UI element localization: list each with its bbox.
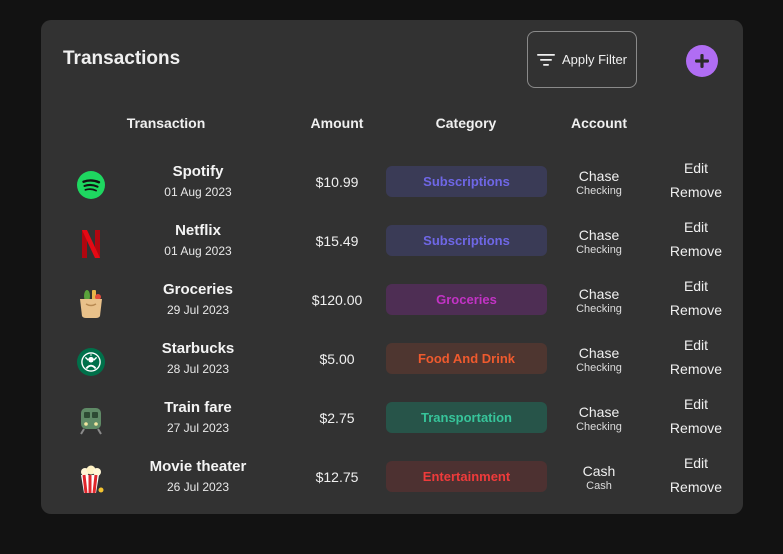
account-name: Chase	[578, 404, 620, 420]
transaction-name: Train fare	[164, 399, 232, 416]
edit-button[interactable]: Edit	[684, 160, 708, 176]
transaction-date: 28 Jul 2023	[166, 362, 230, 376]
transactions-card: Transactions Apply Filter Transaction Am…	[41, 20, 743, 514]
column-header-category: Category	[435, 115, 497, 131]
transaction-amount: $12.75	[315, 469, 359, 485]
starbucks-logo-icon	[77, 348, 105, 376]
account-type: Checking	[576, 244, 622, 256]
edit-button[interactable]: Edit	[684, 396, 708, 412]
account-type: Cash	[586, 480, 612, 492]
transaction-name: Starbucks	[161, 340, 235, 357]
transaction-amount: $5.00	[319, 351, 355, 367]
account-type: Checking	[576, 185, 622, 197]
apply-filter-label: Apply Filter	[561, 52, 628, 67]
table-row: Groceries 29 Jul 2023 $120.00 Groceries …	[41, 278, 743, 340]
plus-icon	[695, 54, 709, 68]
account-name: Chase	[578, 286, 620, 302]
transaction-date: 01 Aug 2023	[164, 244, 232, 258]
remove-button[interactable]: Remove	[670, 243, 722, 259]
table-row: Movie theater 26 Jul 2023 $12.75 Enterta…	[41, 455, 743, 517]
transaction-date: 29 Jul 2023	[166, 303, 230, 317]
transaction-name: Groceries	[162, 281, 234, 298]
transaction-amount: $120.00	[311, 292, 363, 308]
account-type: Checking	[576, 362, 622, 374]
grocery-bag-icon	[77, 289, 105, 318]
transaction-amount: $15.49	[315, 233, 359, 249]
netflix-logo-icon	[77, 230, 105, 258]
table-row: Train fare 27 Jul 2023 $2.75 Transportat…	[41, 396, 743, 458]
category-badge: Transportation	[386, 402, 547, 433]
category-badge: Subscriptions	[386, 166, 547, 197]
transaction-amount: $2.75	[319, 410, 355, 426]
edit-button[interactable]: Edit	[684, 219, 708, 235]
transaction-name: Netflix	[175, 222, 221, 239]
column-header-amount: Amount	[310, 115, 364, 131]
category-badge: Entertainment	[386, 461, 547, 492]
column-header-account: Account	[571, 115, 627, 131]
remove-button[interactable]: Remove	[670, 420, 722, 436]
account-type: Checking	[576, 303, 622, 315]
add-transaction-button[interactable]	[686, 45, 718, 77]
category-badge: Subscriptions	[386, 225, 547, 256]
train-icon	[77, 407, 105, 435]
transaction-date: 01 Aug 2023	[164, 185, 232, 199]
transaction-date: 26 Jul 2023	[166, 480, 230, 494]
transaction-date: 27 Jul 2023	[166, 421, 230, 435]
remove-button[interactable]: Remove	[670, 361, 722, 377]
table-row: Netflix 01 Aug 2023 $15.49 Subscriptions…	[41, 219, 743, 281]
account-name: Chase	[578, 227, 620, 243]
remove-button[interactable]: Remove	[670, 479, 722, 495]
table-row: Spotify 01 Aug 2023 $10.99 Subscriptions…	[41, 160, 743, 222]
edit-button[interactable]: Edit	[684, 278, 708, 294]
edit-button[interactable]: Edit	[684, 337, 708, 353]
transaction-amount: $10.99	[315, 174, 359, 190]
column-header-transaction: Transaction	[126, 115, 206, 131]
table-row: Starbucks 28 Jul 2023 $5.00 Food And Dri…	[41, 337, 743, 399]
transaction-name: Movie theater	[149, 458, 247, 475]
page-title: Transactions	[63, 48, 181, 69]
category-badge: Groceries	[386, 284, 547, 315]
account-type: Checking	[576, 421, 622, 433]
edit-button[interactable]: Edit	[684, 455, 708, 471]
spotify-logo-icon	[77, 171, 105, 199]
account-name: Cash	[582, 463, 616, 479]
apply-filter-button[interactable]: Apply Filter	[527, 31, 637, 88]
account-name: Chase	[578, 168, 620, 184]
category-badge: Food And Drink	[386, 343, 547, 374]
filter-lines-icon	[536, 53, 555, 66]
remove-button[interactable]: Remove	[670, 302, 722, 318]
transaction-name: Spotify	[172, 163, 224, 180]
account-name: Chase	[578, 345, 620, 361]
popcorn-icon	[77, 465, 105, 494]
remove-button[interactable]: Remove	[670, 184, 722, 200]
